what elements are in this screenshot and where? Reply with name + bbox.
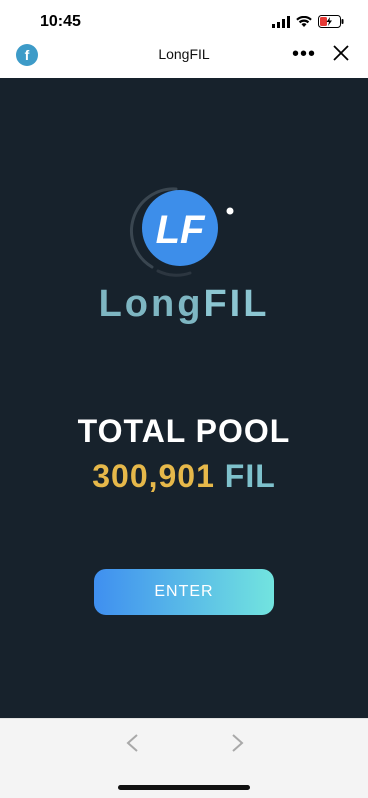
status-bar: 10:45 [0,0,368,40]
svg-text:LF: LF [156,208,206,252]
signal-icon [272,15,290,28]
chevron-left-icon[interactable] [124,733,142,753]
battery-charging-icon [318,15,344,28]
home-indicator [118,785,250,790]
brand-fil: FIL [203,283,270,325]
total-pool-unit: FIL [224,458,276,494]
total-pool-label: TOTAL POOL [77,413,291,449]
nav-bar: f LongFIL ••• [0,38,368,79]
longfil-logo-icon: LF [128,183,238,278]
brand-name: LongFIL [0,283,368,326]
status-time: 10:45 [40,13,81,30]
brand-long: Long [98,283,204,325]
main-content: LF LongFIL TOTAL POOL 300,901 FIL ENTER [0,78,368,718]
chevron-right-icon[interactable] [228,733,246,753]
close-icon[interactable] [332,44,350,62]
more-icon[interactable]: ••• [292,43,316,66]
wifi-icon [296,15,312,27]
total-pool-value: 300,901 FIL [0,458,368,495]
browser-bottom-bar [0,718,368,798]
total-pool-amount: 300,901 [92,458,215,494]
enter-button[interactable]: ENTER [94,569,274,615]
status-icons [272,15,344,28]
